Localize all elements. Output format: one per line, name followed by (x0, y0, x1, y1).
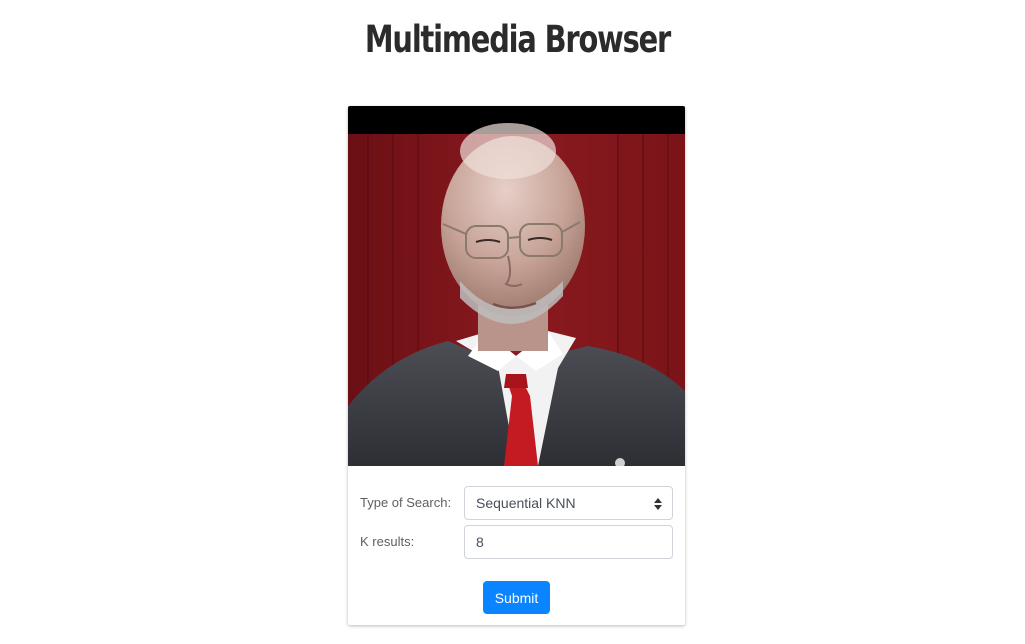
k-results-row: K results: (360, 525, 673, 559)
page-title: Multimedia Browser (364, 18, 671, 61)
search-type-select[interactable]: Sequential KNN (464, 486, 673, 520)
search-type-row: Type of Search: Sequential KNN (360, 486, 673, 520)
up-down-caret-icon (654, 498, 662, 510)
submit-button[interactable]: Submit (483, 581, 550, 614)
query-image (348, 106, 685, 466)
k-results-input[interactable] (464, 525, 673, 559)
query-card: Type of Search: Sequential KNN K results… (348, 106, 685, 625)
k-results-label: K results: (360, 534, 415, 549)
search-type-label: Type of Search: (360, 495, 452, 510)
search-type-selected-value: Sequential KNN (476, 495, 576, 511)
